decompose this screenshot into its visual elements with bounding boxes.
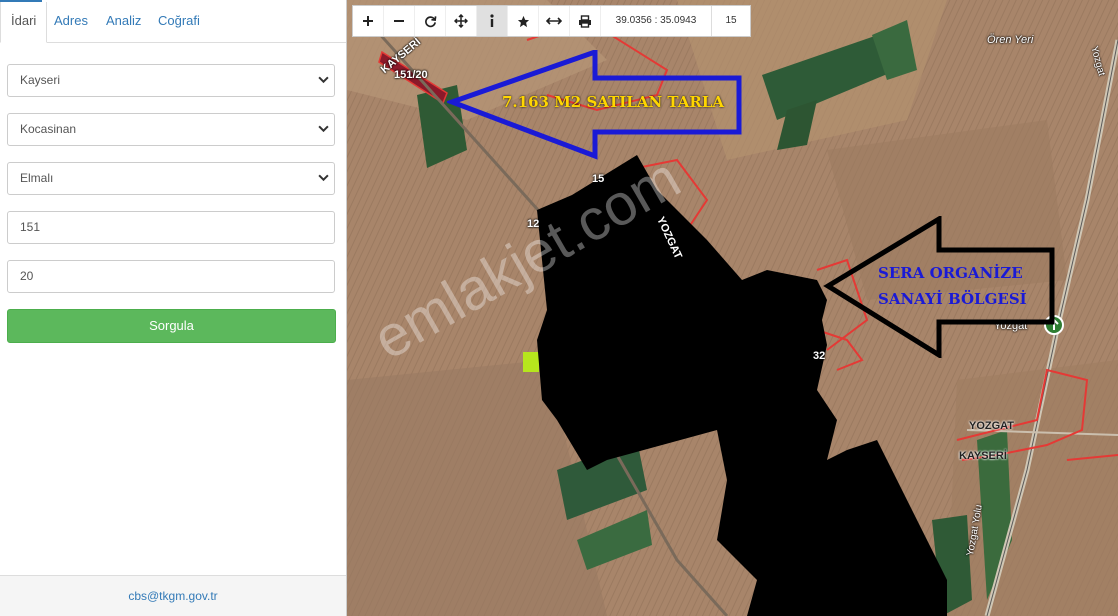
province-value: Kayseri [20, 73, 61, 87]
parcel-input[interactable]: 20 [7, 260, 335, 293]
field-sale-annotation: 7.163 M2 SATILAN TARLA [502, 93, 725, 111]
province-select[interactable]: Kayseri [7, 64, 335, 97]
industrial-zone-annotation-line2: SANAYİ BÖLGESİ [878, 290, 1027, 308]
zoom-level: 15 [725, 15, 737, 26]
favorite-button[interactable] [508, 6, 539, 36]
pan-icon [454, 14, 468, 28]
parcel-number-label: 12 [527, 218, 540, 230]
neighborhood-select[interactable]: Elmalı [7, 162, 335, 195]
road-label-yozgat-bottom: YOZGAT [969, 420, 1015, 432]
footer: cbs@tkgm.gov.tr [0, 575, 346, 616]
chevron-down-icon [318, 76, 329, 84]
zoom-in-button[interactable] [353, 6, 384, 36]
refresh-button[interactable] [415, 6, 446, 36]
pan-button[interactable] [446, 6, 477, 36]
place-label-oren: Ören Yeri [987, 34, 1034, 46]
zoom-out-button[interactable] [384, 6, 415, 36]
tab-analiz[interactable]: Analiz [96, 2, 151, 40]
chevron-down-icon [318, 125, 329, 133]
map-view[interactable]: emlakjet.com 151/20 KAYSERİ YOZGAT Ören … [347, 0, 1118, 616]
print-icon [579, 14, 591, 28]
parcel-label: 151/20 [394, 69, 428, 81]
info-icon [490, 14, 494, 27]
tab-idari[interactable]: İdari [0, 2, 48, 43]
refresh-icon [424, 15, 436, 27]
tab-cografi[interactable]: Coğrafi [148, 2, 210, 40]
tab-adres[interactable]: Adres [44, 2, 98, 40]
query-button[interactable]: Sorgula [7, 309, 336, 343]
coordinate-readout: 39.0356 : 35.0943 [601, 6, 712, 36]
neighborhood-value: Elmalı [20, 171, 54, 185]
contact-email-link[interactable]: cbs@tkgm.gov.tr [128, 589, 217, 603]
print-button[interactable] [570, 6, 601, 36]
zoom-out-icon [394, 20, 404, 22]
measure-icon [546, 17, 562, 25]
star-icon [517, 15, 529, 27]
district-value: Kocasinan [20, 122, 77, 136]
parcel-number-label: 15 [592, 173, 605, 185]
map-toolbar: 39.0356 : 35.0943 15 [352, 5, 751, 37]
road-label-kayseri-bottom: KAYSERİ [959, 450, 1007, 462]
query-panel: İdari Adres Analiz Coğrafi Kayseri Kocas… [0, 0, 347, 616]
black-arrow-icon [823, 216, 1055, 358]
zoom-in-icon [363, 16, 373, 26]
measure-button[interactable] [539, 6, 570, 36]
panel-tabs: İdari Adres Analiz Coğrafi [0, 0, 346, 43]
chevron-down-icon [318, 174, 329, 182]
info-button[interactable] [477, 6, 508, 36]
block-input[interactable]: 151 [7, 211, 335, 244]
industrial-zone-annotation-line1: SERA ORGANİZE [878, 264, 1023, 282]
district-select[interactable]: Kocasinan [7, 113, 335, 146]
